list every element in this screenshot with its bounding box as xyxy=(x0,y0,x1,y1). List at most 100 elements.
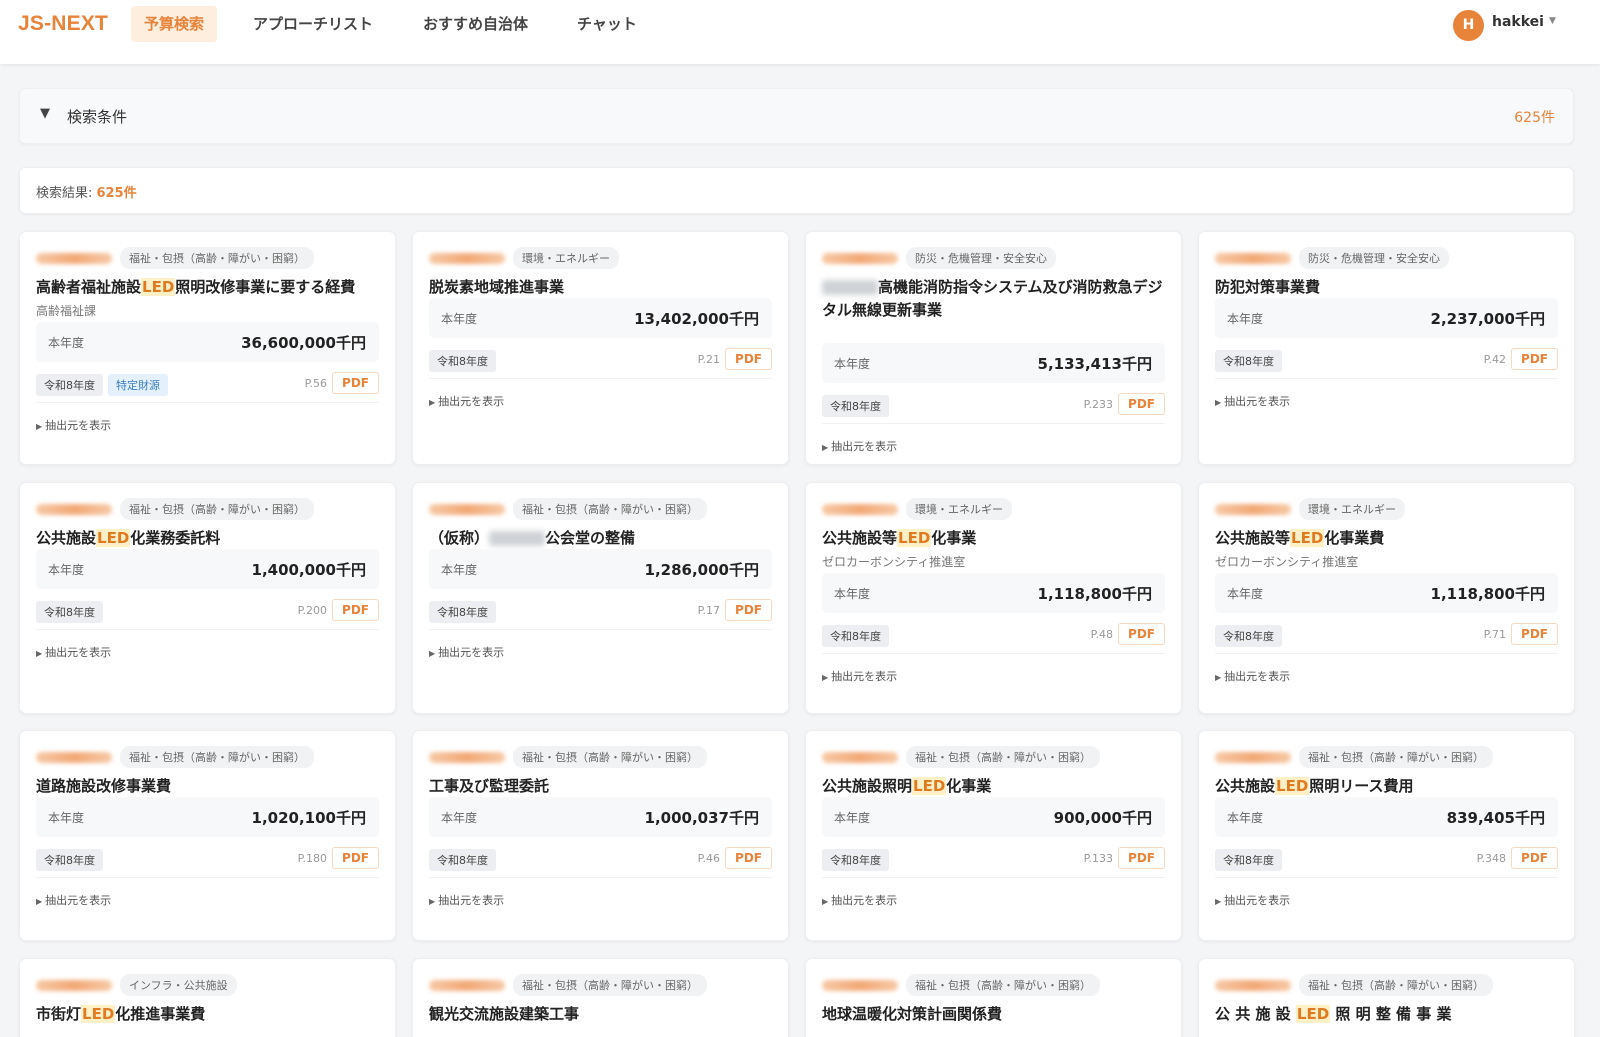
amount-label: 本年度 xyxy=(48,336,85,350)
funding-source-tag: 特定財源 xyxy=(108,374,168,396)
show-source-toggle[interactable]: ▶ 抽出元を表示 xyxy=(822,668,897,684)
pdf-button[interactable]: PDF xyxy=(725,847,772,869)
result-card[interactable]: 環境・エネルギー 公共施設等LED化事業 ゼロカーボンシティ推進室 本年度 1,118,… xyxy=(805,482,1182,714)
budget-item-title[interactable]: 公共施設等LED化事業費 xyxy=(1215,527,1558,550)
result-card[interactable]: 福祉・包摂（高齢・障がい・困窮） 公共施設照明LED化事業 本年度 900,000千円… xyxy=(805,730,1182,941)
budget-item-title[interactable]: 地球温暖化対策計画関係費 xyxy=(822,1003,1165,1026)
result-card[interactable]: 福祉・包摂（高齢・障がい・困窮） 地球温暖化対策計画関係費 xyxy=(805,958,1182,1037)
fiscal-year-tag: 令和8年度 xyxy=(1215,625,1282,647)
budget-item-title[interactable]: 道路施設改修事業費 xyxy=(36,775,379,798)
blurred-municipality-id xyxy=(36,751,112,763)
amount-value: 1,020,100千円 xyxy=(251,809,366,827)
show-source-toggle[interactable]: ▶ 抽出元を表示 xyxy=(36,417,111,433)
pdf-button[interactable]: PDF xyxy=(332,847,379,869)
keyword-highlight: LED xyxy=(1295,1005,1331,1023)
avatar[interactable]: H xyxy=(1453,10,1484,41)
pdf-button[interactable]: PDF xyxy=(1511,623,1558,645)
pdf-button[interactable]: PDF xyxy=(725,599,772,621)
budget-item-title[interactable]: 公共施設LED照明リース費用 xyxy=(1215,775,1558,798)
fiscal-year-tag: 令和8年度 xyxy=(429,601,496,623)
result-card[interactable]: 福祉・包摂（高齢・障がい・困窮） 観光交流施設建築工事 xyxy=(412,958,789,1037)
budget-item-title[interactable]: 公共施設照明LED化事業 xyxy=(822,775,1165,798)
show-source-toggle[interactable]: ▶ 抽出元を表示 xyxy=(36,892,111,908)
amount-label: 本年度 xyxy=(48,563,85,577)
pdf-button[interactable]: PDF xyxy=(1118,623,1165,645)
budget-item-title[interactable]: 工事及び監理委託 xyxy=(429,775,772,798)
pdf-button[interactable]: PDF xyxy=(332,599,379,621)
nav-chat[interactable]: チャット xyxy=(564,6,650,42)
budget-item-title[interactable]: 公 共 施 設 LED 照 明 整 備 事 業 xyxy=(1215,1003,1558,1026)
department-name: 高齢福祉課 xyxy=(36,304,97,318)
show-source-toggle[interactable]: ▶ 抽出元を表示 xyxy=(1215,668,1290,684)
top-navbar: JS-NEXT 予算検索 アプローチリスト おすすめ自治体 チャット H hak… xyxy=(0,0,1600,64)
show-source-toggle[interactable]: ▶ 抽出元を表示 xyxy=(1215,393,1290,409)
budget-item-title[interactable]: （仮称） 公会堂の整備 xyxy=(429,527,772,550)
category-tag: 環境・エネルギー xyxy=(906,498,1012,520)
blurred-municipality-id xyxy=(429,979,505,991)
budget-item-title[interactable]: 観光交流施設建築工事 xyxy=(429,1003,772,1026)
amount-box: 本年度 5,133,413千円 xyxy=(822,343,1165,383)
budget-item-title[interactable]: 高齢者福祉施設LED照明改修事業に要する経費 xyxy=(36,276,379,299)
amount-box: 本年度 1,286,000千円 xyxy=(429,549,772,589)
result-card[interactable]: 福祉・包摂（高齢・障がい・困窮） 道路施設改修事業費 本年度 1,020,100千円令… xyxy=(19,730,396,941)
redacted-text xyxy=(489,531,546,546)
show-source-toggle[interactable]: ▶ 抽出元を表示 xyxy=(1215,892,1290,908)
card-header: 福祉・包摂（高齢・障がい・困窮） xyxy=(822,746,1100,768)
show-source-toggle[interactable]: ▶ 抽出元を表示 xyxy=(429,644,504,660)
blurred-municipality-id xyxy=(429,252,505,264)
nav-approach-list[interactable]: アプローチリスト xyxy=(240,6,386,42)
caret-right-icon: ▶ xyxy=(36,649,43,658)
pdf-button[interactable]: PDF xyxy=(725,348,772,370)
budget-item-title[interactable]: 市街灯LED化推進事業費 xyxy=(36,1003,379,1026)
pdf-button[interactable]: PDF xyxy=(332,372,379,394)
budget-item-title[interactable]: 高機能消防指令システム及び消防救急デジタル無線更新事業 xyxy=(822,276,1165,322)
result-card[interactable]: 福祉・包摂（高齢・障がい・困窮） 工事及び監理委託 本年度 1,000,037千円 令和… xyxy=(412,730,789,941)
result-card[interactable]: 福祉・包摂（高齢・障がい・困窮） 高齢者福祉施設LED照明改修事業に要する経費 高齢… xyxy=(19,231,396,465)
fiscal-year-tag: 令和8年度 xyxy=(36,601,103,623)
pdf-button[interactable]: PDF xyxy=(1511,847,1558,869)
collapse-toggle-icon[interactable]: ▼ xyxy=(40,106,50,121)
result-card[interactable]: 環境・エネルギー 脱炭素地域推進事業 本年度 13,402,000千円 令和8年度 P.2… xyxy=(412,231,789,465)
show-source-toggle[interactable]: ▶ 抽出元を表示 xyxy=(429,393,504,409)
result-card[interactable]: 福祉・包摂（高齢・障がい・困窮）公 共 施 設 LED 照 明 整 備 事 業 xyxy=(1198,958,1575,1037)
result-card[interactable]: 防災・危機管理・安全安心 高機能消防指令システム及び消防救急デジタル無線更新事業本… xyxy=(805,231,1182,465)
category-tag: 環境・エネルギー xyxy=(1299,498,1405,520)
search-conditions-panel[interactable]: ▼ 検索条件 625件 xyxy=(19,88,1574,144)
divider xyxy=(36,402,379,403)
result-card[interactable]: 環境・エネルギー 公共施設等LED化事業費 ゼロカーボンシティ推進室 本年度 1,118… xyxy=(1198,482,1575,714)
title-text: 工事及び監理委託 xyxy=(429,777,550,795)
show-source-label: 抽出元を表示 xyxy=(45,894,112,907)
budget-item-title[interactable]: 脱炭素地域推進事業 xyxy=(429,276,772,299)
result-card[interactable]: 防災・危機管理・安全安心 防犯対策事業費 本年度 2,237,000千円 令和8年度 P.… xyxy=(1198,231,1575,465)
result-card[interactable]: 福祉・包摂（高齢・障がい・困窮） （仮称） 公会堂の整備 本年度 1,286,000千円… xyxy=(412,482,789,714)
budget-item-title[interactable]: 防犯対策事業費 xyxy=(1215,276,1558,299)
title-text: 公共施設 xyxy=(36,529,97,547)
nav-recommended-municipalities[interactable]: おすすめ自治体 xyxy=(410,6,541,42)
app-logo[interactable]: JS-NEXT xyxy=(18,12,108,36)
card-header: 福祉・包摂（高齢・障がい・困窮） xyxy=(429,974,707,996)
keyword-highlight: LED xyxy=(96,529,131,547)
page-reference: P.46 xyxy=(697,852,720,865)
budget-item-title[interactable]: 公共施設LED化業務委託料 xyxy=(36,527,379,550)
fiscal-year-tag: 令和8年度 xyxy=(1215,849,1282,871)
pdf-button[interactable]: PDF xyxy=(1118,847,1165,869)
result-card[interactable]: 福祉・包摂（高齢・障がい・困窮） 公共施設LED照明リース費用 本年度 839,405… xyxy=(1198,730,1575,941)
amount-box: 本年度 1,020,100千円 xyxy=(36,797,379,837)
chevron-down-icon[interactable]: ▼ xyxy=(1549,16,1556,26)
show-source-label: 抽出元を表示 xyxy=(438,894,505,907)
nav-budget-search[interactable]: 予算検索 xyxy=(131,6,218,42)
result-card[interactable]: インフラ・公共施設 市街灯LED化推進事業費 xyxy=(19,958,396,1037)
budget-item-title[interactable]: 公共施設等LED化事業 xyxy=(822,527,1165,550)
show-source-toggle[interactable]: ▶ 抽出元を表示 xyxy=(36,644,111,660)
pdf-button[interactable]: PDF xyxy=(1118,393,1165,415)
user-name[interactable]: hakkei xyxy=(1492,14,1544,30)
result-card[interactable]: 福祉・包摂（高齢・障がい・困窮） 公共施設LED化業務委託料 本年度 1,400,00… xyxy=(19,482,396,714)
card-header: 福祉・包摂（高齢・障がい・困窮） xyxy=(822,974,1100,996)
category-tag: 環境・エネルギー xyxy=(513,247,619,269)
show-source-toggle[interactable]: ▶ 抽出元を表示 xyxy=(822,892,897,908)
pdf-button[interactable]: PDF xyxy=(1511,348,1558,370)
caret-right-icon: ▶ xyxy=(1215,673,1222,682)
show-source-toggle[interactable]: ▶ 抽出元を表示 xyxy=(429,892,504,908)
department-name: ゼロカーボンシティ推進室 xyxy=(822,555,966,569)
show-source-toggle[interactable]: ▶ 抽出元を表示 xyxy=(822,438,897,454)
